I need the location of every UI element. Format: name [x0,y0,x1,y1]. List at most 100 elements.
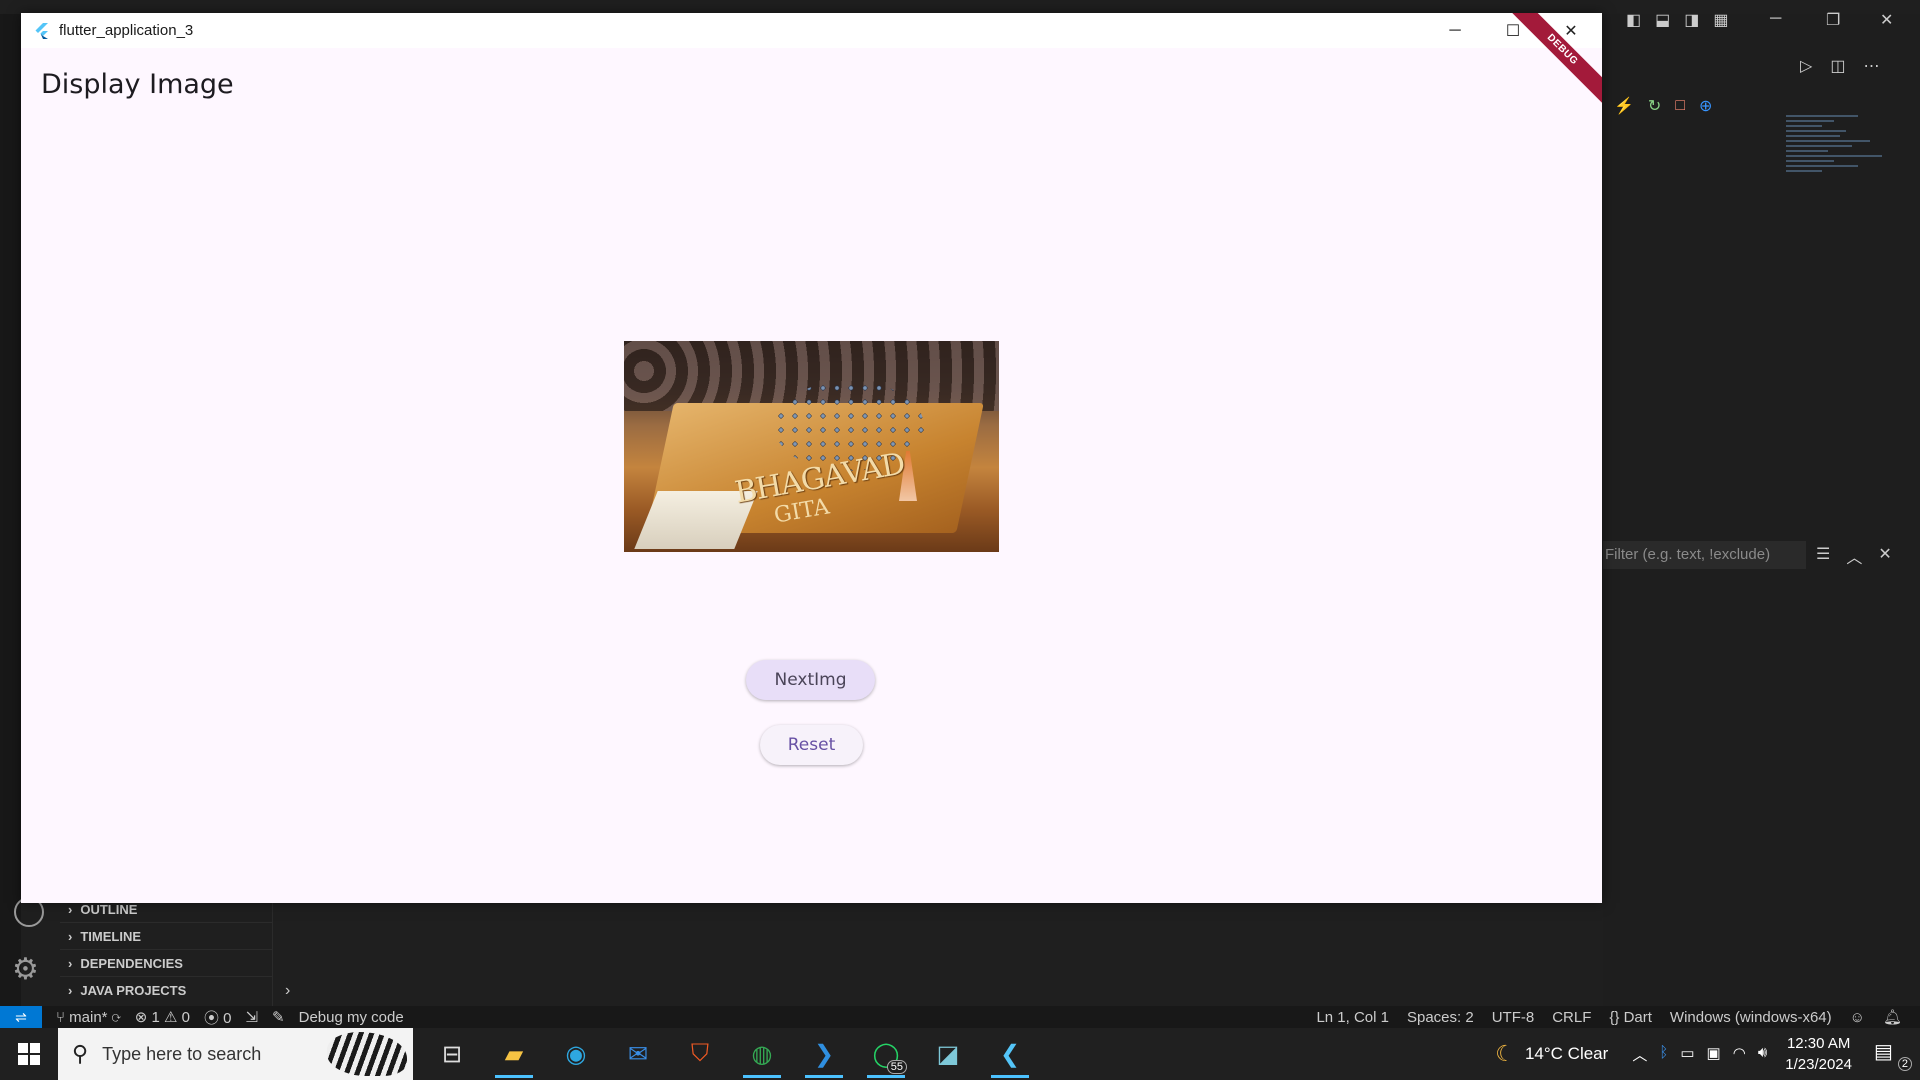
weather-widget[interactable]: ☾ 14°C Clear [1495,1041,1608,1067]
vscode-close-icon[interactable]: ✕ [1880,10,1893,30]
system-tray: ☾ 14°C Clear ︿ ᛒ ▭ ▣ ◠ 🔊︎ 12:30 AM 1/23/… [1495,1028,1920,1080]
stop-icon[interactable]: □ [1675,97,1685,115]
minimize-icon[interactable]: ─ [1426,13,1484,48]
file-explorer-icon[interactable]: ▰ [483,1028,545,1080]
language-label: Dart [1623,1008,1652,1026]
search-highlight-zebra-image [327,1032,407,1076]
clear-output-icon[interactable]: ☰ [1816,544,1830,568]
action-center-icon[interactable]: ▤ 2 [1874,1039,1912,1071]
status-bar-right: Ln 1, Col 1 Spaces: 2 UTF-8 CRLF {} Dart… [1316,1006,1902,1028]
chevron-right-icon: › [68,928,73,944]
editor-actions: ▷ ◫ ⋯ [1800,56,1879,76]
debug-toolbar: ⚡ ↻ □ ⊕ [1600,92,1750,120]
vscode-minimize-icon[interactable]: ─ [1770,10,1781,28]
next-image-button[interactable]: NextImg [746,660,875,700]
mail-icon[interactable]: ✉ [607,1028,669,1080]
branch-status[interactable]: ⑂ main* ⟳ [56,1009,121,1026]
taskbar-apps: ⊟ ▰ ◉ ✉ ⛉ ◍ ❯ ◯ 55 ◪ ❮ [421,1028,1041,1080]
tray-icons: ︿ ᛒ ▭ ▣ ◠ 🔊︎ [1632,1044,1767,1065]
line-ending[interactable]: CRLF [1552,1009,1591,1026]
section-label: OUTLINE [80,901,138,917]
target-platform[interactable]: Windows (windows-x64) [1670,1009,1832,1026]
sidebar-divider [272,895,273,1006]
feedback-icon[interactable]: ☺ [1850,1009,1865,1026]
app-title-bar[interactable]: flutter_application_3 ─ ☐ ✕ [21,13,1602,48]
vscode-restore-icon[interactable]: ❐ [1826,10,1840,30]
chevron-right-icon: › [68,955,73,971]
copilot-icon[interactable]: ✎ [272,1008,285,1026]
toggle-panel-icon[interactable]: ⬓ [1655,10,1670,30]
notification-badge: 2 [1897,1057,1912,1071]
toggle-secondary-sidebar-icon[interactable]: ◨ [1684,10,1699,30]
maximize-panel-icon[interactable]: ︿ [1846,544,1862,568]
panel-actions: ☰ ︿ ✕ [1816,544,1892,568]
encoding[interactable]: UTF-8 [1492,1009,1535,1026]
indentation[interactable]: Spaces: 2 [1407,1009,1474,1026]
edge-browser-icon[interactable]: ◉ [545,1028,607,1080]
brave-browser-icon[interactable]: ⛉ [669,1028,731,1080]
reset-button[interactable]: Reset [760,725,863,765]
cursor-position[interactable]: Ln 1, Col 1 [1316,1009,1389,1026]
restart-icon[interactable]: ↻ [1648,96,1661,116]
debug-status-text[interactable]: Debug my code [299,1009,404,1026]
layout-controls: ◧ ⬓ ◨ ▦ [1626,10,1729,30]
debug-launch-icon[interactable]: ⇲ [245,1008,258,1026]
section-label: TIMELINE [80,928,142,944]
taskbar-clock[interactable]: 12:30 AM 1/23/2024 [1785,1033,1852,1075]
section-java-projects[interactable]: › JAVA PROJECTS [60,976,272,1003]
search-icon: ⚲ [72,1041,89,1066]
flutter-logo-icon [35,22,48,39]
ports-status[interactable]: ⦿ 0 [204,1007,232,1028]
battery-icon[interactable]: ▭ [1680,1044,1694,1065]
remote-indicator-icon[interactable]: ⇌ [0,1006,42,1028]
chrome-icon[interactable]: ◍ [731,1028,793,1080]
more-actions-icon[interactable]: ⋯ [1863,56,1879,76]
search-placeholder: Type here to search [102,1043,262,1064]
toggle-primary-sidebar-icon[interactable]: ◧ [1626,10,1641,30]
meet-now-icon[interactable]: ▣ [1707,1044,1721,1065]
bluetooth-icon[interactable]: ᛒ [1659,1044,1668,1065]
devtools-icon[interactable]: ⊕ [1699,96,1712,116]
wifi-icon[interactable]: ◠ [1733,1044,1746,1065]
notifications-bell-icon[interactable]: 🔔︎ [1883,1008,1902,1026]
flutter-app-window: flutter_application_3 ─ ☐ ✕ DEBUG Displa… [21,13,1602,903]
status-bar: ⇌ ⑂ main* ⟳ ⊗ 1 ⚠ 0 ⦿ 0 ⇲ ✎ Debug my cod… [0,1006,1920,1028]
chevron-right-icon: › [68,901,73,917]
page-title: Display Image [41,69,234,100]
window-title: flutter_application_3 [59,22,194,39]
output-filter-input[interactable]: Filter (e.g. text, !exclude) [1603,541,1806,569]
whatsapp-icon[interactable]: ◯ 55 [855,1028,917,1080]
displayed-image: BHAGAVAD GITA [624,341,999,552]
split-editor-icon[interactable]: ◫ [1830,56,1845,76]
clock-date: 1/23/2024 [1785,1056,1852,1073]
start-windows-icon[interactable] [0,1028,58,1080]
language-mode[interactable]: {} Dart [1609,1009,1652,1026]
vscode-activity-bar [0,14,21,1006]
branch-name: main* [69,1008,108,1026]
manage-gear-icon[interactable]: ⚙ [12,955,39,985]
close-panel-icon[interactable]: ✕ [1878,544,1891,568]
section-timeline[interactable]: › TIMELINE [60,922,272,949]
customize-layout-icon[interactable]: ▦ [1713,10,1728,30]
section-dependencies[interactable]: › DEPENDENCIES [60,949,272,976]
android-studio-icon[interactable]: ◪ [917,1028,979,1080]
error-count: 1 [151,1009,160,1026]
chevron-right-icon: › [68,982,73,998]
warning-count: 0 [181,1009,190,1026]
ports-count: 0 [223,1009,232,1027]
weather-text: 14°C Clear [1524,1044,1609,1063]
flutter-app-taskbar-icon[interactable]: ❮ [979,1028,1041,1080]
hot-reload-icon[interactable]: ⚡ [1614,96,1634,116]
problems-status[interactable]: ⊗ 1 ⚠ 0 [135,1008,190,1026]
volume-icon[interactable]: 🔊︎ [1758,1044,1767,1065]
vscode-icon[interactable]: ❯ [793,1028,855,1080]
show-hidden-icons-chevron-icon[interactable]: ︿ [1632,1044,1647,1065]
task-view-icon[interactable]: ⊟ [421,1028,483,1080]
minimap[interactable] [1786,112,1906,262]
explorer-sections: › OUTLINE › TIMELINE › DEPENDENCIES › JAVA P… [60,895,272,1003]
run-icon[interactable]: ▷ [1800,56,1812,76]
moon-icon: ☾ [1495,1041,1515,1066]
whatsapp-badge: 55 [886,1060,907,1074]
taskbar-search-input[interactable]: ⚲ Type here to search [58,1028,413,1080]
expand-panel-chevron-icon[interactable]: › [285,982,290,1000]
